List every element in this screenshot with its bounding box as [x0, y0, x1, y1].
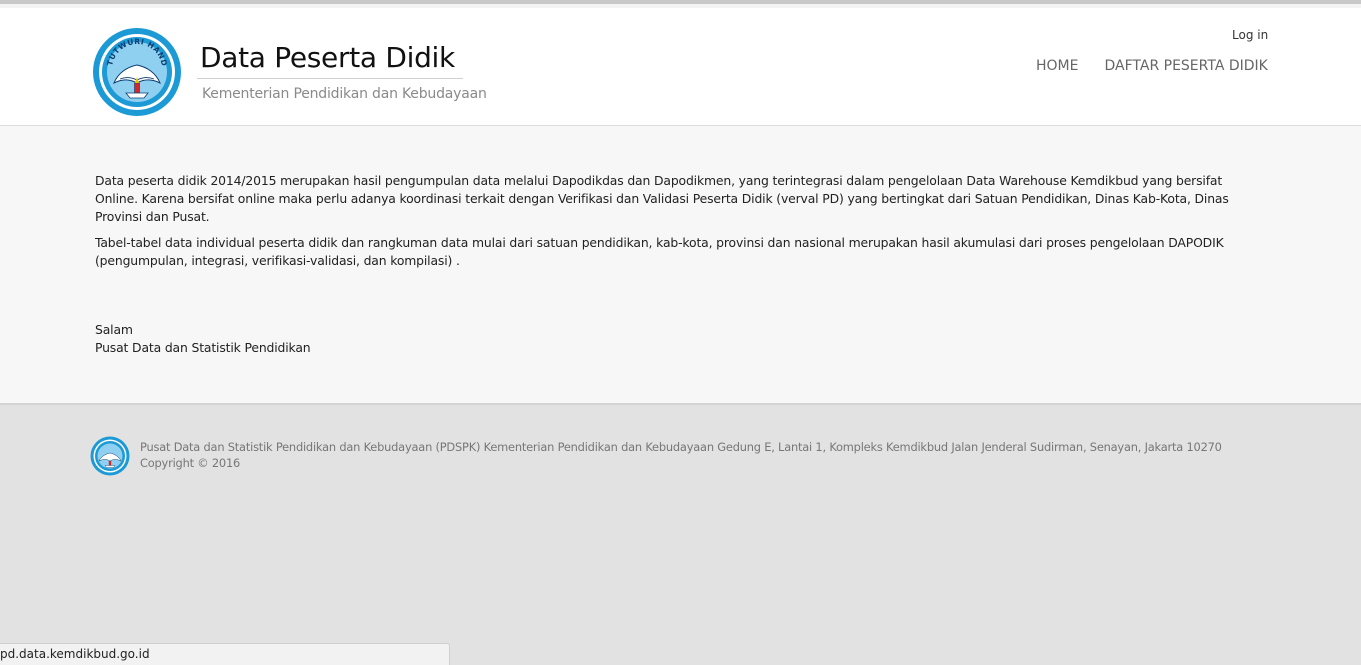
tut-wuri-handayani-emblem-icon[interactable]: TUTWURI HANDAYANI — [92, 27, 182, 117]
closing-signature: Pusat Data dan Statistik Pendidikan — [95, 340, 311, 355]
status-url: pd.data.kemdikbud.go.id — [0, 647, 150, 661]
site-subtitle: Kementerian Pendidikan dan Kebudayaan — [202, 86, 487, 102]
nav-daftar-peserta-didik-link[interactable]: DAFTAR PESERTA DIDIK — [1104, 58, 1267, 74]
site-header: TUTWURI HANDAYANI Data Peserta Didik Kem… — [0, 8, 1361, 126]
closing-block: Salam Pusat Data dan Statistik Pendidika… — [95, 321, 311, 357]
browser-status-bar: pd.data.kemdikbud.go.id — [0, 643, 450, 665]
main-nav: HOME DAFTAR PESERTA DIDIK — [1036, 58, 1268, 74]
intro-paragraph-1: Data peserta didik 2014/2015 merupakan h… — [95, 173, 1229, 224]
site-title: Data Peserta Didik — [200, 41, 455, 74]
footer-info: Pusat Data dan Statistik Pendidikan dan … — [140, 439, 1222, 471]
title-divider — [197, 78, 463, 79]
intro-text: Data peserta didik 2014/2015 merupakan h… — [95, 172, 1265, 278]
footer-copyright: Copyright © 2016 — [140, 456, 241, 470]
intro-paragraph-2: Tabel-tabel data individual peserta didi… — [95, 235, 1224, 268]
footer-address: Pusat Data dan Statistik Pendidikan dan … — [140, 440, 1222, 454]
main-content-area: Data peserta didik 2014/2015 merupakan h… — [0, 126, 1361, 405]
nav-home-link[interactable]: HOME — [1036, 58, 1078, 74]
footer-emblem-icon — [90, 436, 130, 476]
closing-greeting: Salam — [95, 322, 133, 337]
login-link[interactable]: Log in — [1232, 28, 1268, 42]
